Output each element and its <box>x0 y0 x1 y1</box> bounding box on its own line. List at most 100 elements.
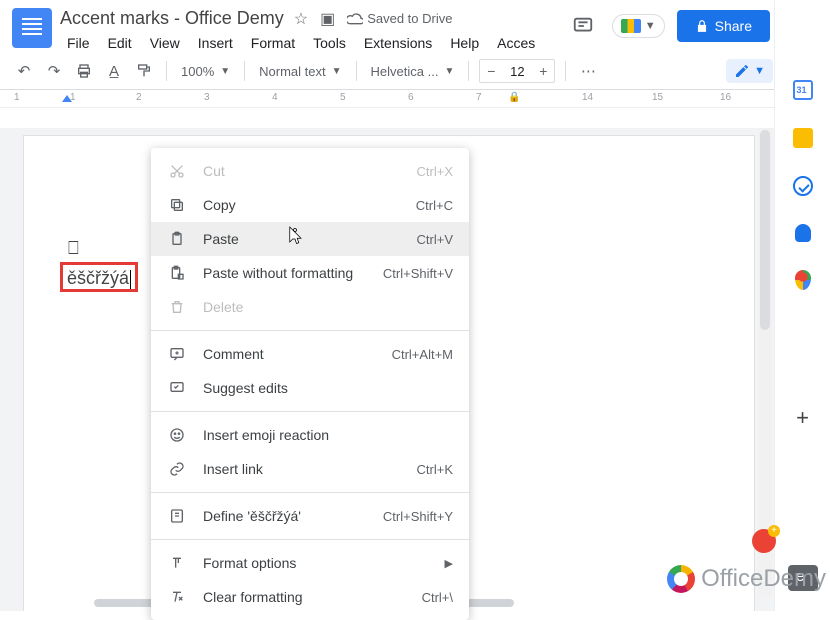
context-menu-shortcut: Ctrl+Alt+M <box>392 347 453 362</box>
context-menu-item-insert-emoji-reaction[interactable]: Insert emoji reaction <box>151 418 469 452</box>
emoji-icon <box>167 427 187 443</box>
link-icon <box>167 461 187 477</box>
menu-tools[interactable]: Tools <box>306 33 353 53</box>
paste-plain-icon <box>167 265 187 281</box>
text-caret <box>130 270 131 289</box>
context-menu-item-delete: Delete <box>151 290 469 324</box>
context-menu-label: Delete <box>203 299 437 315</box>
ruler-tick: 2 <box>136 92 142 103</box>
spellcheck-button[interactable]: A̲ <box>102 59 126 83</box>
context-menu: CutCtrl+XCopyCtrl+CPasteCtrl+VPaste with… <box>151 148 469 620</box>
ruler-tick: 1 <box>70 92 76 103</box>
context-menu-label: Insert link <box>203 461 401 477</box>
context-menu-item-define[interactable]: Define 'ěščřžýá' Ctrl+Shift+Y <box>151 499 469 533</box>
docs-logo[interactable] <box>12 8 52 48</box>
watermark-chat-icon <box>788 565 818 591</box>
comments-history-icon[interactable] <box>566 9 600 43</box>
context-menu-shortcut: Ctrl+C <box>416 198 453 213</box>
submenu-arrow-icon: ▶ <box>445 557 453 570</box>
paint-format-button[interactable] <box>132 59 156 83</box>
context-menu-label: Insert emoji reaction <box>203 427 437 443</box>
ruler-tick: 15 <box>652 92 663 103</box>
zoom-combo[interactable]: 100%▼ <box>177 62 234 81</box>
context-menu-item-paste[interactable]: PasteCtrl+V <box>151 222 469 256</box>
ruler-tick: 6 <box>408 92 414 103</box>
context-menu-divider <box>151 411 469 412</box>
context-menu-label: Suggest edits <box>203 380 437 396</box>
keep-icon[interactable] <box>793 128 813 148</box>
context-menu-item-suggest-edits[interactable]: Suggest edits <box>151 371 469 405</box>
context-menu-item-copy[interactable]: Copy Ctrl+C <box>151 188 469 222</box>
tasks-icon[interactable] <box>793 176 813 196</box>
menu-view[interactable]: View <box>143 33 187 53</box>
ruler-tick: 4 <box>272 92 278 103</box>
context-menu-item-insert-link[interactable]: Insert link Ctrl+K <box>151 452 469 486</box>
context-menu-label: Paste without formatting <box>203 265 367 281</box>
doc-title[interactable]: Accent marks - Office Demy <box>60 8 284 29</box>
move-icon[interactable]: ▣ <box>320 9 335 29</box>
context-menu-shortcut: Ctrl+V <box>417 232 453 247</box>
meet-icon <box>621 19 641 33</box>
undo-button[interactable]: ↶ <box>12 59 36 83</box>
page-placeholder-glyph: ⎕ <box>68 238 79 259</box>
menu-format[interactable]: Format <box>244 33 302 53</box>
meet-button[interactable]: ▼ <box>612 14 665 38</box>
font-size-control[interactable]: − 12 + <box>479 59 555 83</box>
toolbar: ↶ ↷ A̲ 100%▼ Normal text▼ Helvetica ...▼… <box>0 53 830 90</box>
context-menu-label: Define 'ěščřžýá' <box>203 508 367 524</box>
menu-extensions[interactable]: Extensions <box>357 33 439 53</box>
save-status: Saved to Drive <box>347 9 452 29</box>
context-menu-divider <box>151 539 469 540</box>
menu-bar: FileEditViewInsertFormatToolsExtensionsH… <box>60 33 566 53</box>
share-button[interactable]: Share <box>677 10 770 42</box>
horizontal-ruler[interactable]: 11234567🔒1415161718 <box>0 90 830 108</box>
context-menu-item-paste-without-formatting[interactable]: Paste without formatting Ctrl+Shift+V <box>151 256 469 290</box>
font-size-decrease[interactable]: − <box>480 60 502 82</box>
ruler-tick: 7 <box>476 92 482 103</box>
dictionary-icon <box>167 508 187 524</box>
selected-text-highlight: ěščřžýá <box>60 262 138 292</box>
context-menu-divider <box>151 492 469 493</box>
ruler-tick: 1 <box>14 92 20 103</box>
context-menu-label: Copy <box>203 197 400 213</box>
font-size-increase[interactable]: + <box>532 60 554 82</box>
contacts-icon[interactable] <box>795 224 811 242</box>
context-menu-label: Clear formatting <box>203 589 406 605</box>
cut-icon <box>167 163 187 179</box>
ruler-tick: 14 <box>582 92 593 103</box>
watermark-badge-icon <box>752 529 776 553</box>
more-toolbar-button[interactable]: ⋯ <box>576 59 600 83</box>
redo-button[interactable]: ↷ <box>42 59 66 83</box>
menu-insert[interactable]: Insert <box>191 33 240 53</box>
clear-format-icon <box>167 589 187 605</box>
context-menu-shortcut: Ctrl+X <box>417 164 453 179</box>
context-menu-item-clear-formatting[interactable]: Clear formattingCtrl+\ <box>151 580 469 614</box>
context-menu-item-format-options[interactable]: Format options ▶ <box>151 546 469 580</box>
context-menu-label: Cut <box>203 163 401 179</box>
menu-edit[interactable]: Edit <box>101 33 139 53</box>
font-combo[interactable]: Helvetica ...▼ <box>367 62 459 81</box>
editing-mode-button[interactable]: ▼ <box>726 59 773 83</box>
context-menu-shortcut: Ctrl+Shift+V <box>383 266 453 281</box>
copy-icon <box>167 197 187 213</box>
menu-file[interactable]: File <box>60 33 97 53</box>
paste-icon <box>167 231 187 247</box>
add-addon-button[interactable]: + <box>796 405 809 431</box>
menu-help[interactable]: Help <box>443 33 486 53</box>
context-menu-label: Format options <box>203 555 429 571</box>
ruler-tick: 5 <box>340 92 346 103</box>
context-menu-label: Comment <box>203 346 376 362</box>
paragraph-style-combo[interactable]: Normal text▼ <box>255 62 345 81</box>
format-icon <box>167 555 187 571</box>
calendar-icon[interactable] <box>793 80 813 100</box>
context-menu-item-comment[interactable]: Comment Ctrl+Alt+M <box>151 337 469 371</box>
maps-icon[interactable] <box>795 270 811 290</box>
print-button[interactable] <box>72 59 96 83</box>
comment-icon <box>167 346 187 362</box>
context-menu-shortcut: Ctrl+Shift+Y <box>383 509 453 524</box>
context-menu-shortcut: Ctrl+K <box>417 462 453 477</box>
star-icon[interactable]: ☆ <box>294 9 308 29</box>
delete-icon <box>167 299 187 315</box>
menu-acces[interactable]: Acces <box>490 33 542 53</box>
context-menu-divider <box>151 330 469 331</box>
